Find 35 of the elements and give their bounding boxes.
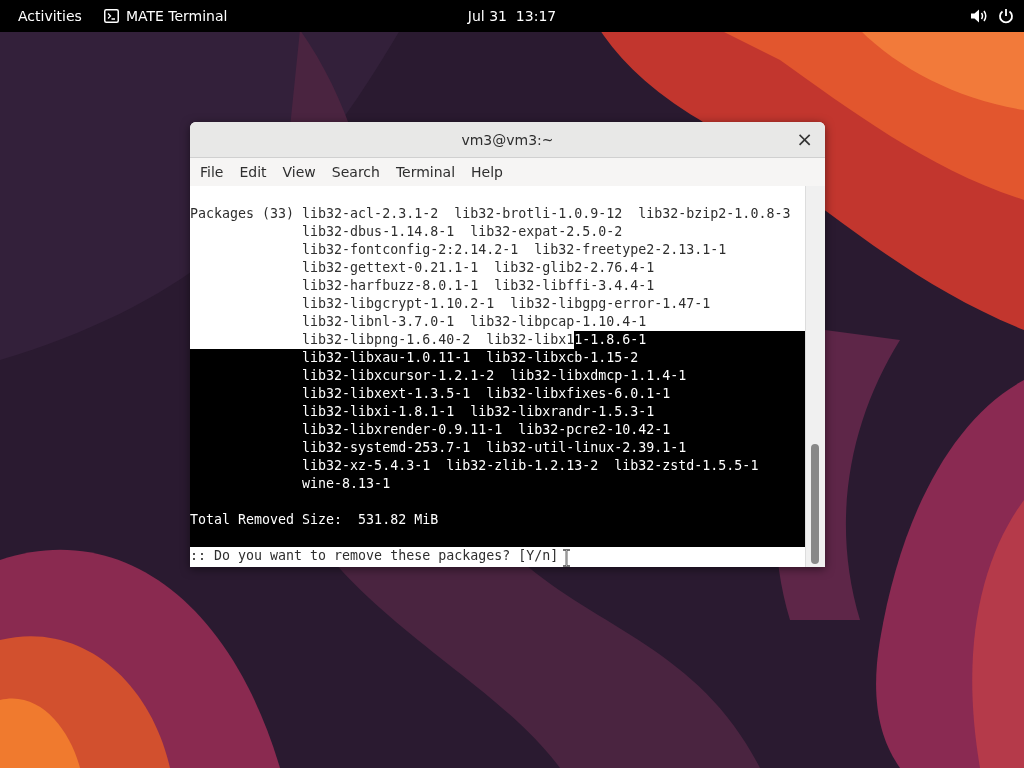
scrollbar[interactable] [805,186,825,567]
close-button[interactable]: × [792,128,817,150]
app-menu[interactable]: MATE Terminal [125,8,228,24]
terminal-text: lib32-dbus-1.14.8-1 lib32-expat-2.5.0-2 [301,223,623,241]
terminal-text: lib32-libnl-3.7.0-1 lib32-libpcap-1.10.4-1 [301,313,647,331]
terminal-text: lib32-systemd-253.7-1 lib32-util-linux-2.39.1-1 [190,439,805,457]
window-title: vm3@vm3:~ [461,131,554,148]
terminal-text: wine-8.13-1 [190,475,805,493]
activities-button[interactable]: Activities [18,8,82,24]
terminal-text: Total Removed Size: 531.82 MiB [190,511,805,529]
terminal-text: lib32-xz-5.4.3-1 lib32-zlib-1.2.13-2 lib32-zstd-1.5.5-1 [190,457,805,475]
clock[interactable]: Jul 31 13:17 [467,8,557,24]
terminal-text: lib32-libpng-1.6.40-2 lib32-libx1 [301,331,575,349]
terminal-icon [103,9,119,23]
menu-item[interactable]: View [274,162,324,182]
terminal-text: 1-1.8.6-1 [574,331,805,349]
speaker-icon[interactable] [970,8,988,24]
terminal-text: lib32-libxrender-0.9.11-1 lib32-pcre2-10.42-1 [190,421,805,439]
terminal-text: Packages (33) lib32-acl-2.3.1-2 lib32-brotli-1.0.9-12 lib32-bzip2-1.0.8-3 [190,205,791,223]
terminal-text: lib32-libxi-1.8.1-1 lib32-libxrandr-1.5.3-1 [190,403,805,421]
menu-item[interactable]: Terminal [387,162,464,182]
terminal-text: lib32-fontconfig-2:2.14.2-1 lib32-freetype2-2.13.1-1 [301,241,727,259]
terminal-text: lib32-gettext-0.21.1-1 lib32-glib2-2.76.4-1 [301,259,655,277]
terminal-text: lib32-libxau-1.0.11-1 lib32-libxcb-1.15-2 [190,349,805,367]
terminal-text: lib32-libxext-1.3.5-1 lib32-libxfixes-6.0.1-1 [190,385,805,403]
menu-item[interactable]: Search [323,162,388,182]
menu-item[interactable]: Help [463,162,511,182]
scrollbar-thumb[interactable] [811,444,819,564]
menu-item[interactable]: File [192,162,232,182]
terminal-text: lib32-harfbuzz-8.0.1-1 lib32-libffi-3.4.4-1 [301,277,655,295]
terminal-text: :: Do you want to remove these packages? [Y/n] [190,547,559,565]
terminal-text: lib32-libgcrypt-1.10.2-1 lib32-libgpg-error-1.47-1 [301,295,711,313]
menu-item[interactable]: Edit [231,162,275,182]
terminal-text: lib32-libxcursor-1.2.1-2 lib32-libxdmcp-1.1.4-1 [190,367,805,385]
power-icon[interactable] [998,8,1014,24]
